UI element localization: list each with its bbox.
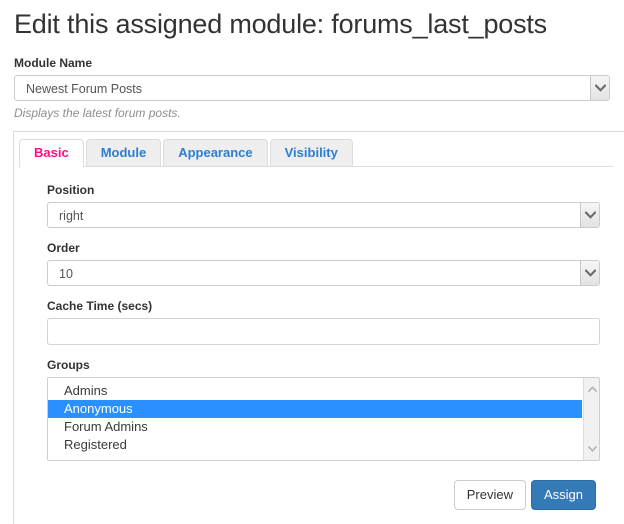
scroll-up-icon[interactable]: [584, 381, 599, 397]
tab-visibility[interactable]: Visibility: [269, 139, 353, 167]
tab-item-module: Module: [85, 139, 162, 167]
order-select[interactable]: 10: [47, 260, 600, 286]
order-group: Order 10: [47, 241, 600, 286]
settings-tabs: Basic Module Appearance Visibility: [19, 138, 613, 168]
groups-option[interactable]: Admins: [48, 382, 599, 400]
order-label: Order: [47, 241, 80, 255]
tab-module[interactable]: Module: [85, 139, 162, 167]
groups-option-selected[interactable]: Anonymous: [48, 400, 582, 418]
preview-button[interactable]: Preview: [453, 480, 526, 510]
assign-button[interactable]: Assign: [530, 480, 596, 510]
cache-time-input[interactable]: [47, 318, 600, 345]
tab-appearance[interactable]: Appearance: [163, 139, 268, 167]
position-selected-value: right: [59, 209, 84, 223]
module-settings-panel: Basic Module Appearance Visibility Posit…: [13, 131, 624, 524]
groups-group: Groups Admins Anonymous Forum Admins Reg…: [47, 358, 600, 461]
tab-basic[interactable]: Basic: [19, 139, 84, 168]
groups-option[interactable]: Forum Admins: [48, 418, 599, 436]
groups-scrollbar[interactable]: [583, 378, 599, 460]
groups-option[interactable]: Registered: [48, 436, 599, 454]
page-title: Edit this assigned module: forums_last_p…: [14, 9, 547, 39]
groups-option-list: Admins Anonymous Forum Admins Registered: [48, 378, 599, 454]
module-name-help-text: Displays the latest forum posts.: [14, 106, 181, 120]
tab-item-visibility: Visibility: [269, 139, 353, 167]
tab-panel-basic: Position right Order 10 Cache Time (secs…: [14, 167, 624, 461]
position-select[interactable]: right: [47, 202, 600, 228]
tab-item-appearance: Appearance: [163, 139, 268, 167]
order-selected-value: 10: [59, 267, 73, 281]
module-name-group: Module Name Newest Forum Posts Displays …: [0, 40, 624, 120]
module-name-label: Module Name: [14, 56, 93, 70]
chevron-down-icon[interactable]: [590, 76, 609, 100]
form-actions: Preview Assign: [453, 480, 596, 510]
groups-listbox[interactable]: Admins Anonymous Forum Admins Registered: [47, 377, 600, 461]
position-label: Position: [47, 183, 95, 197]
cache-time-group: Cache Time (secs): [47, 299, 600, 345]
chevron-down-icon[interactable]: [580, 203, 599, 227]
scroll-down-icon[interactable]: [584, 441, 599, 457]
chevron-down-icon[interactable]: [580, 261, 599, 285]
tab-list: Basic Module Appearance Visibility: [19, 138, 613, 168]
tab-item-basic: Basic: [19, 139, 84, 168]
module-name-select[interactable]: Newest Forum Posts: [14, 75, 610, 101]
cache-time-label: Cache Time (secs): [47, 299, 153, 313]
groups-label: Groups: [47, 358, 90, 372]
module-name-selected-value: Newest Forum Posts: [26, 82, 143, 96]
position-group: Position right: [47, 183, 600, 228]
